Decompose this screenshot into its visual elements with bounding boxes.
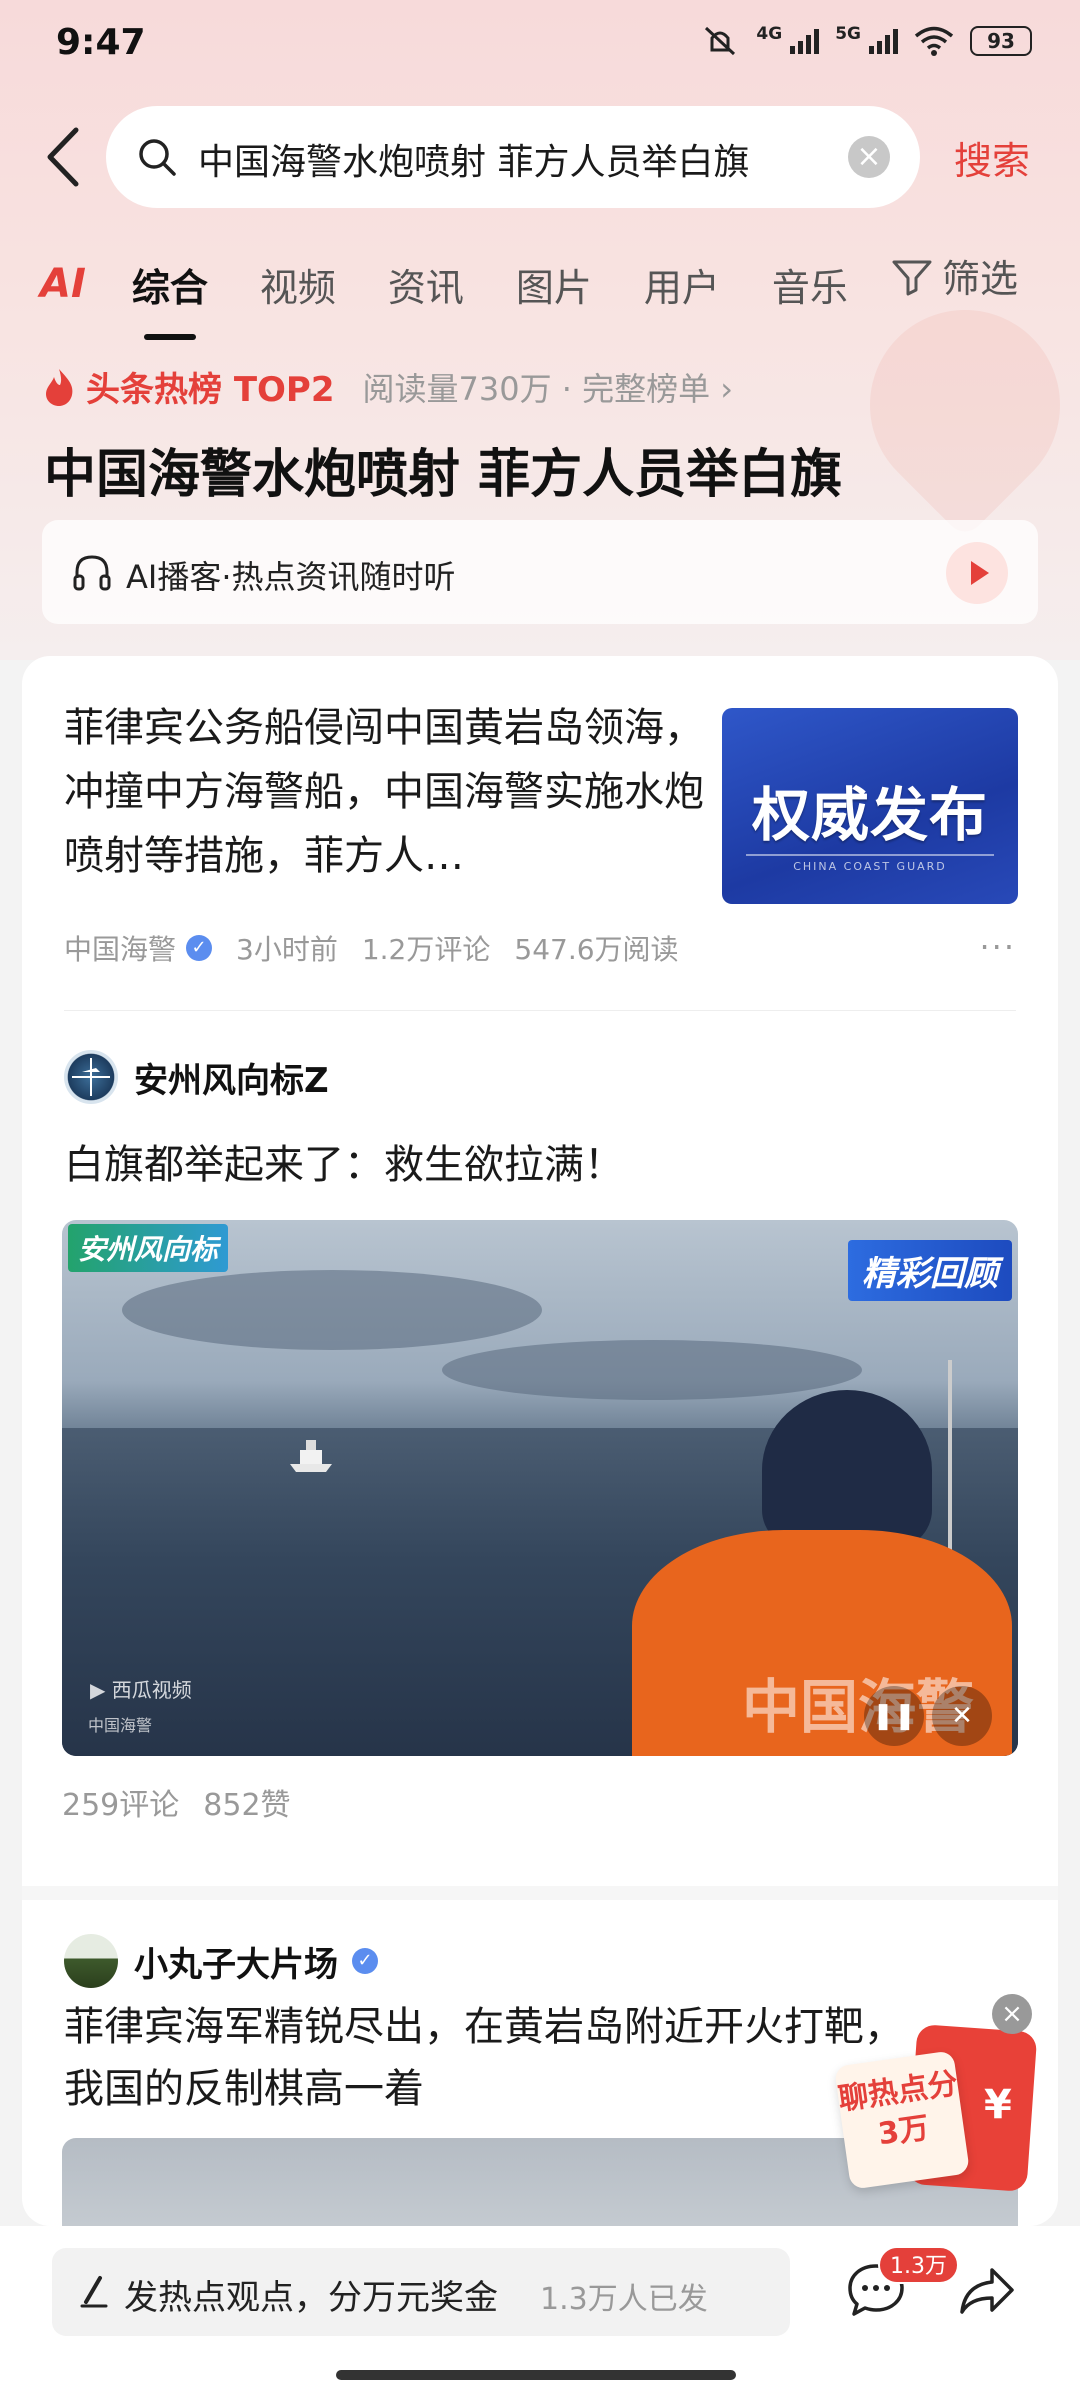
- share-icon[interactable]: [958, 2264, 1016, 2318]
- author-row[interactable]: 小丸子大片场 ✓: [64, 1934, 378, 1988]
- search-query[interactable]: 中国海警水炮喷射 菲方人员举白旗: [198, 133, 749, 185]
- filter-label: 筛选: [942, 257, 1019, 301]
- divider: [22, 1886, 1058, 1900]
- tab-users[interactable]: 用户: [644, 257, 720, 312]
- pause-icon[interactable]: ❚❚: [864, 1686, 924, 1746]
- hot-rank-label: 头条热榜 TOP2: [86, 370, 335, 410]
- verified-icon: ✓: [186, 935, 213, 961]
- author-row[interactable]: 安州风向标Z: [64, 1050, 329, 1104]
- article-comments: 1.2万评论: [361, 933, 491, 966]
- filter-button[interactable]: 筛选: [890, 248, 1018, 303]
- mute-toggle-icon[interactable]: ✕: [932, 1686, 992, 1746]
- divider: [64, 1010, 1016, 1011]
- post-text[interactable]: 菲律宾海军精锐尽出，在黄岩岛附近开火打靶， 我国的反制棋高一着: [64, 1996, 904, 2120]
- search-input[interactable]: 中国海警水炮喷射 菲方人员举白旗 ×: [106, 106, 920, 208]
- red-packet-label: 聊热点分3万: [833, 2050, 971, 2190]
- podcast-label: AI播客·热点资讯随时听: [126, 558, 456, 596]
- verified-icon: ✓: [352, 1948, 378, 1974]
- comment-input[interactable]: 发热点观点，分万元奖金 1.3万人已发: [52, 2248, 790, 2336]
- battery-indicator: 93: [970, 26, 1032, 56]
- play-icon[interactable]: [946, 542, 1008, 604]
- post-stats: 259评论 852赞: [62, 1780, 291, 1824]
- status-bar: 9:47 4G 5G 93: [0, 0, 1080, 90]
- avatar[interactable]: [64, 1050, 118, 1104]
- tab-images[interactable]: 图片: [516, 257, 592, 312]
- tab-music[interactable]: 音乐: [772, 257, 848, 312]
- results-feed: 菲律宾公务船侵闯中国黄岩岛领海，冲撞中方海警船，中国海警实施水炮喷射等措施，菲方…: [22, 656, 1058, 2226]
- thumbnail-title: 权威发布: [751, 781, 988, 849]
- flame-icon: [46, 368, 73, 406]
- red-packet-widget[interactable]: ¥ 聊热点分3万 ×: [833, 1994, 1038, 2196]
- close-icon[interactable]: ×: [992, 1994, 1032, 2034]
- article-thumbnail[interactable]: 权威发布 CHINA COAST GUARD: [722, 708, 1018, 904]
- tab-news[interactable]: 资讯: [388, 257, 464, 312]
- video-watermark-label: 西瓜视频: [111, 1678, 192, 1702]
- comment-participants: 1.3万人已发: [540, 2282, 708, 2317]
- clear-icon[interactable]: ×: [848, 136, 890, 178]
- network-label-4g: 4G: [756, 24, 783, 44]
- pen-icon: [80, 2276, 108, 2308]
- cloud: [122, 1270, 542, 1350]
- video-badge: 精彩回顾: [848, 1240, 1012, 1301]
- article-source[interactable]: 中国海警: [64, 928, 176, 968]
- post-comments[interactable]: 259评论: [62, 1780, 179, 1824]
- post-text-line: 我国的反制棋高一着: [64, 2066, 424, 2112]
- back-arrow-icon: [47, 127, 79, 187]
- tab-video[interactable]: 视频: [260, 257, 336, 312]
- article-reads: 547.6万阅读: [514, 933, 679, 966]
- filter-icon: [892, 260, 932, 295]
- comment-prompt: 发热点观点，分万元奖金: [124, 2278, 498, 2318]
- tab-comprehensive[interactable]: 综合: [132, 257, 208, 312]
- bottom-bar: 发热点观点，分万元奖金 1.3万人已发 1.3万: [0, 2226, 1080, 2400]
- headphone-icon: [73, 555, 111, 591]
- tab-bar: AI 综合 视频 资讯 图片 用户 音乐: [40, 244, 900, 324]
- author-name[interactable]: 小丸子大片场: [134, 1937, 338, 1986]
- hot-rank-row[interactable]: 头条热榜 TOP2 阅读量730万 · 完整榜单 ›: [42, 362, 733, 411]
- video-watermark-2: 中国海警: [88, 1716, 153, 1735]
- home-indicator[interactable]: [336, 2370, 736, 2380]
- ai-podcast-banner[interactable]: AI播客·热点资讯随时听: [42, 520, 1038, 624]
- officer-helmet: [762, 1390, 932, 1550]
- status-icons: 4G 5G 93: [700, 24, 1032, 58]
- ship: [290, 1440, 332, 1472]
- post-likes[interactable]: 852赞: [203, 1780, 290, 1824]
- article-time: 3小时前: [236, 933, 338, 966]
- post-text[interactable]: 白旗都举起来了：救生欲拉满！: [64, 1134, 624, 1196]
- tab-ai[interactable]: AI: [40, 261, 86, 307]
- avatar[interactable]: [64, 1934, 118, 1988]
- yen-icon: ¥: [984, 2082, 1012, 2128]
- signal-icon: [790, 28, 820, 54]
- video-channel-logo: 安州风向标: [68, 1224, 229, 1272]
- topic-headline: 中国海警水炮喷射 菲方人员举白旗: [44, 445, 843, 505]
- wifi-icon: [914, 26, 954, 56]
- status-time: 9:47: [56, 22, 146, 63]
- network-label-5g: 5G: [835, 24, 861, 44]
- article-title[interactable]: 菲律宾公务船侵闯中国黄岩岛领海，冲撞中方海警船，中国海警实施水炮喷射等措施，菲方…: [64, 696, 704, 888]
- search-icon: [139, 139, 176, 176]
- article-meta: 中国海警 ✓ 3小时前 1.2万评论 547.6万阅读: [64, 928, 679, 968]
- video-player[interactable]: 中国海警 安州风向标 精彩回顾 ▶ 西瓜视频 中国海警 ❚❚ ✕: [62, 1220, 1018, 1756]
- back-button[interactable]: [40, 122, 90, 192]
- more-options-icon[interactable]: ···: [979, 928, 1016, 966]
- mute-icon: [705, 26, 736, 56]
- video-watermark: ▶ 西瓜视频: [90, 1678, 192, 1702]
- cloud: [442, 1340, 862, 1400]
- weathervane-icon: [72, 1058, 110, 1096]
- thumbnail-subtitle: CHINA COAST GUARD: [793, 860, 947, 873]
- post-text-line: 菲律宾海军精锐尽出，在黄岩岛附近开火打靶，: [64, 2004, 904, 2050]
- thumbnail-divider: [746, 854, 994, 856]
- search-button[interactable]: 搜索: [954, 130, 1030, 185]
- comment-count-badge: 1.3万: [878, 2246, 959, 2284]
- signal-icon-2: [869, 28, 898, 54]
- author-name[interactable]: 安州风向标Z: [134, 1053, 329, 1102]
- hot-rank-meta[interactable]: 阅读量730万 · 完整榜单 ›: [363, 364, 734, 410]
